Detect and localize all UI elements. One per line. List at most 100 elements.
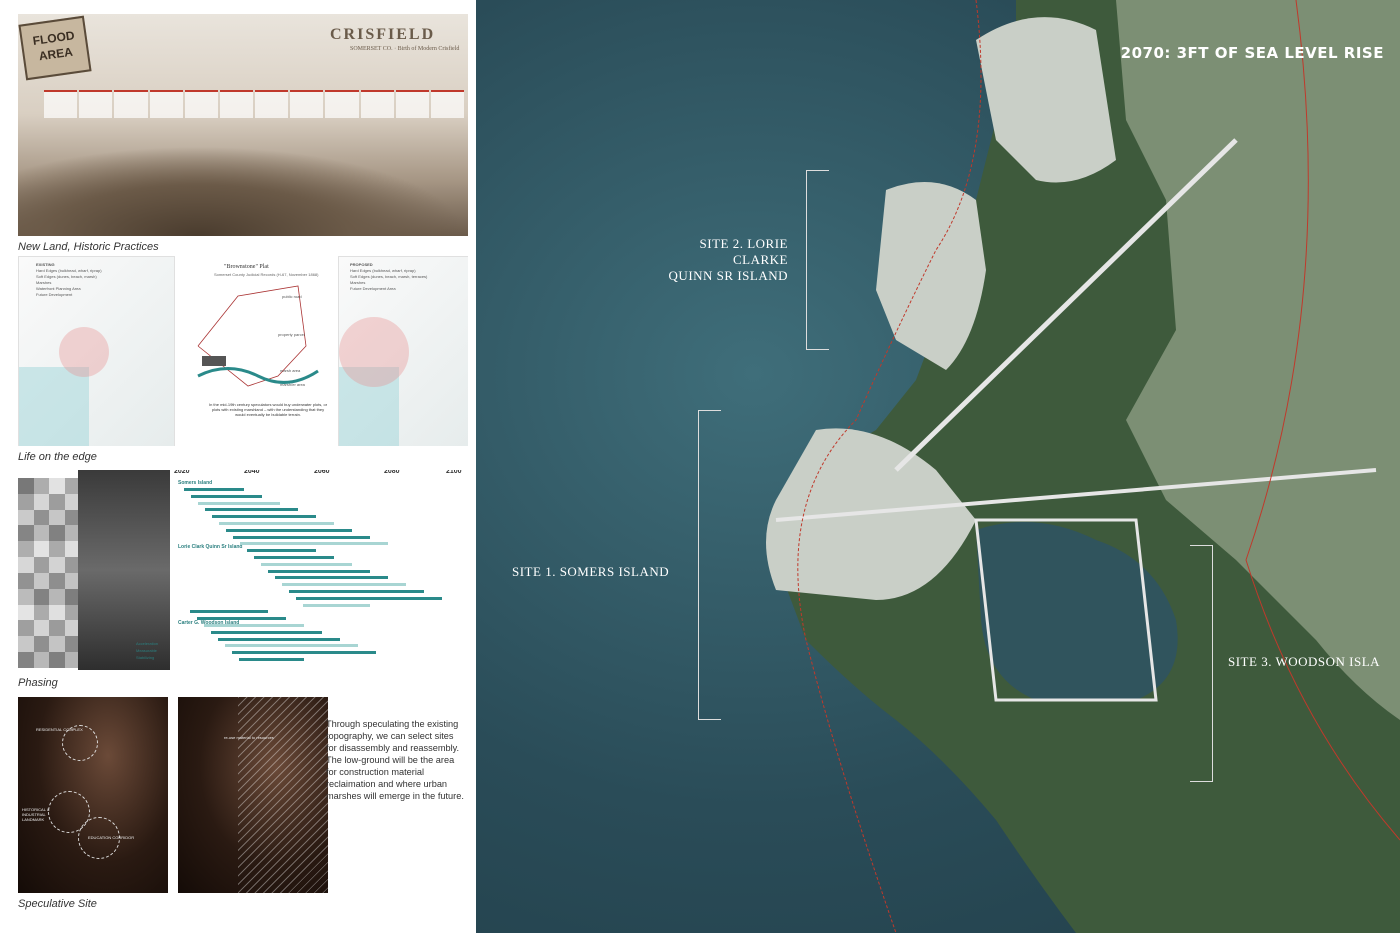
- grid-cell: [49, 572, 66, 589]
- grid-cell: [49, 636, 66, 653]
- grid-cell: [49, 620, 66, 637]
- phase-bar: [218, 637, 340, 641]
- timeline-cell: [149, 90, 183, 118]
- grid-cell: [18, 493, 34, 510]
- timeline-cell: [360, 90, 394, 118]
- phase-group-label: Lorie Clark Quinn Sr Island: [178, 544, 243, 550]
- timeline-cell: [114, 90, 148, 118]
- grid-cell: [33, 541, 50, 558]
- timeline-cell: [184, 90, 218, 118]
- phase-bar: [198, 501, 280, 505]
- timeline-cell: [219, 90, 254, 118]
- grid-cell: [49, 478, 66, 494]
- phase-bar: [232, 651, 376, 655]
- phase-bar: [184, 488, 244, 491]
- phase-bar: [205, 508, 298, 512]
- crisfield-title: CRISFIELD: [330, 26, 436, 43]
- grid-cell: [18, 620, 34, 637]
- grid-cell: [49, 493, 66, 510]
- grid-cell: [33, 525, 50, 542]
- historic-collage: FLOOD AREA CRISFIELD SOMERSET CO. · Birt…: [18, 14, 468, 236]
- flood-area-sign: FLOOD AREA: [18, 15, 92, 81]
- grid-cell: [18, 478, 34, 494]
- grid-cell: [33, 604, 50, 621]
- site1-bracket: [698, 410, 721, 720]
- phase-bar: [191, 494, 262, 498]
- site1-label: SITE 1. SOMERS ISLAND: [512, 564, 670, 579]
- oyster-shell-mound: [18, 146, 468, 236]
- plat-note: In the mid-19th century speculators woul…: [208, 402, 328, 417]
- grid-cell: [49, 588, 66, 605]
- phase-bar: [239, 658, 304, 661]
- grid-cell: [49, 509, 66, 526]
- grid-cell: [18, 588, 34, 605]
- plat-subtitle: Somerset County Judicial Records (H-67, …: [214, 272, 319, 277]
- grid-cell: [18, 541, 34, 558]
- timeline-cell: [44, 90, 78, 118]
- grid-cell: [18, 652, 34, 668]
- grid-cell: [33, 572, 50, 589]
- phase-bar: [289, 590, 424, 593]
- brownstone-plat: [178, 256, 333, 446]
- phase-bar: [275, 576, 388, 580]
- phase-bar: [268, 569, 370, 573]
- phase-bar: [226, 528, 352, 532]
- plat-drawing: [197, 285, 319, 387]
- flood-sign-text: FLOOD AREA: [31, 28, 76, 64]
- grid-cell: [33, 509, 50, 526]
- legend-item: Future Development Area: [350, 286, 396, 291]
- timeline-cell: [255, 90, 289, 118]
- year-label: 2100: [446, 470, 462, 475]
- phasing-panel: 2020 2040 2060 2080 2100 Somers Island L…: [18, 470, 468, 670]
- plat-title: "Brownstone" Plat: [224, 264, 269, 270]
- legend-item: Acceleration: [136, 641, 159, 646]
- caption-life: Life on the edge: [18, 451, 97, 463]
- site2-line2: QUINN SR ISLAND: [668, 268, 788, 283]
- year-label: 2020: [174, 470, 190, 475]
- plat-label: marsh/er area: [280, 382, 305, 387]
- grid-cell: [18, 557, 34, 573]
- site-label: RESIDENTIAL COMPLEX: [36, 727, 83, 732]
- legend-item: Measurable: [136, 648, 157, 653]
- grid-cell: [49, 541, 66, 558]
- year-label: 2060: [314, 470, 330, 475]
- phase-bar: [240, 542, 388, 546]
- phase-bar: [204, 624, 304, 627]
- phase-group-label: Somers Island: [178, 480, 213, 486]
- phase-bar: [254, 556, 334, 559]
- existing-legend: EXISTING Hard Edges (bulkhead, wharf, ri…: [36, 262, 102, 298]
- grid-cell: [18, 636, 34, 653]
- proposed-legend: PROPOSED Hard Edges (bulkhead, wharf, ri…: [350, 262, 427, 292]
- phase-bar: [225, 644, 358, 648]
- caption-phasing: Phasing: [18, 677, 58, 689]
- phase-bar: [219, 522, 334, 525]
- legend-item: Future Development: [36, 292, 73, 297]
- sea-level-rise-map: 2070: 3FT OF SEA LEVEL RISE SITE 2. LORI…: [476, 0, 1400, 933]
- caption-new-land: New Land, Historic Practices: [18, 241, 159, 253]
- grid-cell: [33, 493, 50, 510]
- timeline-cell: [395, 90, 429, 118]
- phase-bar: [296, 596, 442, 600]
- phase-bar: [190, 610, 268, 614]
- history-timeline: [44, 90, 465, 118]
- site-label: EDUCATION CORRIDOR: [88, 835, 135, 840]
- site2-bracket: [806, 170, 829, 350]
- map-title: 2070: 3FT OF SEA LEVEL RISE: [1120, 44, 1384, 62]
- grid-cell: [33, 588, 50, 605]
- year-label: 2080: [384, 470, 400, 475]
- phase-bar: [247, 549, 316, 553]
- crisfield-subtitle: SOMERSET CO. · Birth of Modern Crisfield: [350, 46, 460, 52]
- grid-cell: [33, 620, 50, 637]
- timeline-cell: [325, 90, 359, 118]
- timeline-cell: [79, 90, 113, 118]
- grid-cell: [18, 604, 34, 621]
- left-board: FLOOD AREA CRISFIELD SOMERSET CO. · Birt…: [0, 0, 476, 933]
- phase-bar: [303, 603, 370, 607]
- site3-bracket: [1190, 545, 1213, 782]
- plat-label: property parcel: [278, 332, 305, 337]
- phase-bar: [261, 562, 352, 566]
- timeline-cell: [290, 90, 324, 118]
- grid-cell: [33, 652, 50, 668]
- plat-label: marsh area: [280, 368, 301, 373]
- grid-cell: [18, 525, 34, 542]
